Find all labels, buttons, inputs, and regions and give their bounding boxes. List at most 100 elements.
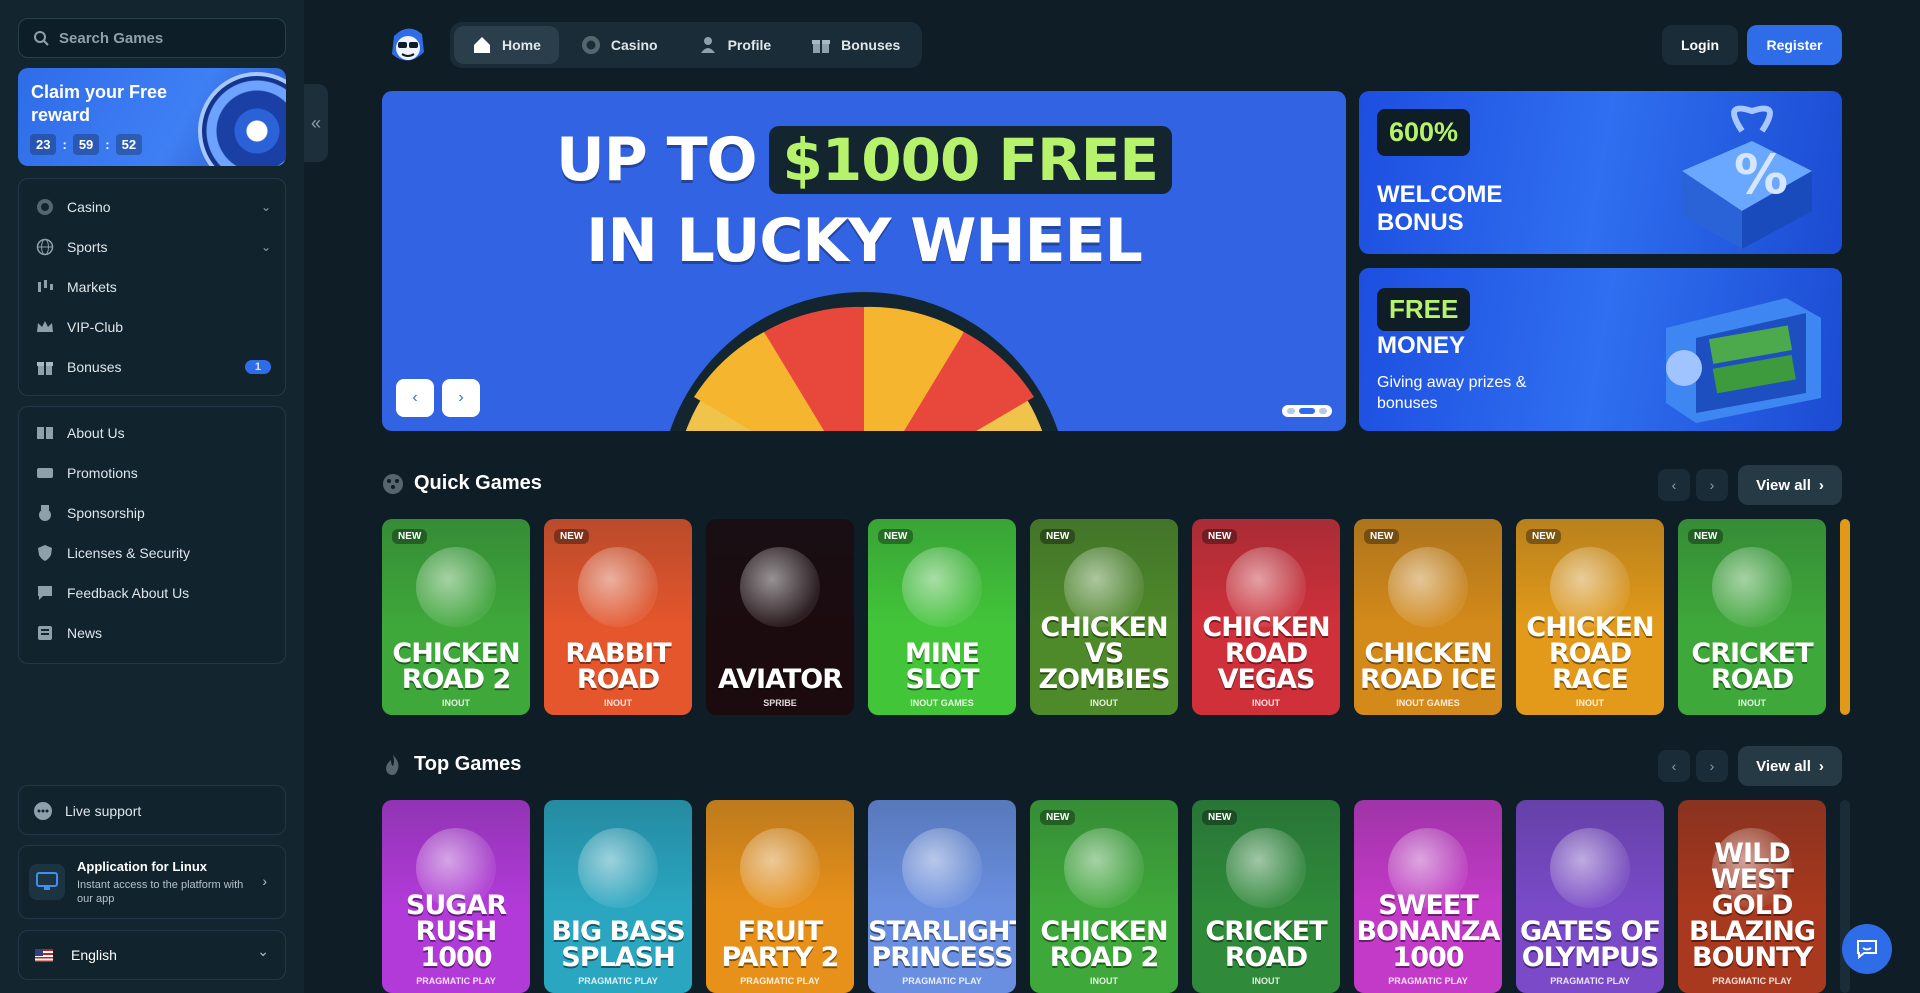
casino-chip-icon [35,197,55,217]
game-card[interactable]: GATES OF OLYMPUS PRAGMATIC PLAY [1516,800,1664,993]
claim-title: Claim your Free reward [31,82,168,125]
user-icon [700,37,715,53]
dot-active[interactable] [1299,408,1315,414]
hero-next-button[interactable]: › [442,379,480,417]
sidebar-item-licenses-security[interactable]: Licenses & Security [35,541,271,565]
tab-profile[interactable]: Profile [680,26,790,64]
linux-app-banner[interactable]: Application for Linux Instant access to … [18,845,286,919]
casino-chip-icon [581,36,600,54]
app-subtitle: Instant access to the platform with our … [77,879,244,905]
game-title: CHICKEN ROAD VEGAS [1202,612,1330,695]
game-card[interactable]: WILD WEST GOLD BLAZING BOUNTY PRAGMATIC P… [1678,800,1826,993]
sidebar-item-casino[interactable]: Casino ⌄ [35,195,271,219]
new-badge: NEW [1526,529,1562,544]
timer-hours: 23 [30,134,57,155]
game-card-partial[interactable] [1840,519,1850,715]
game-card[interactable]: AVIATOR SPRIBE [706,519,854,715]
game-card[interactable]: SUGAR RUSH 1000 PRAGMATIC PLAY [382,800,530,993]
chevron-down-icon[interactable]: ⌄ [261,200,271,214]
game-provider: PRAGMATIC PLAY [416,976,496,986]
game-card[interactable]: NEW CHICKEN ROAD 2 INOUT [1030,800,1178,993]
reward-timer: 23: 59: 52 [30,134,143,155]
game-card[interactable]: NEW MINE SLOT INOUT GAMES [868,519,1016,715]
sidebar-item-label: Casino [67,199,111,215]
live-support-row: Live support [33,799,269,823]
chevron-down-icon[interactable]: ⌄ [261,240,271,254]
sidebar-item-label: Promotions [67,465,138,481]
new-badge: NEW [392,529,428,544]
live-support-button[interactable]: Live support [18,785,286,835]
language-label: English [71,947,117,963]
hero-pagination[interactable] [1282,405,1332,417]
game-card[interactable]: NEW CHICKEN ROAD RACE INOUT [1516,519,1664,715]
game-art [902,828,982,908]
shield-icon [35,543,55,563]
game-art [740,547,820,627]
claim-reward-banner[interactable]: Claim your Free reward 23: 59: 52 [18,68,286,166]
collapse-sidebar-button[interactable]: « [304,84,328,162]
sidebar-item-promotions[interactable]: Promotions [35,461,271,485]
game-title: RABBIT ROAD [565,638,671,695]
top-games-next-button[interactable]: › [1696,750,1728,782]
sidebar-item-label: Bonuses [67,359,122,375]
game-title: BIG BASS SPLASH [551,916,685,973]
sidebar-item-vip-club[interactable]: VIP-Club [35,315,271,339]
game-card[interactable]: NEW CRICKET ROAD INOUT [1192,800,1340,993]
welcome-bonus-card[interactable]: 600% WELCOME BONUS % [1359,91,1842,254]
tab-casino[interactable]: Casino [563,26,676,64]
tab-bonuses[interactable]: Bonuses [793,26,918,64]
quick-games-next-button[interactable]: › [1696,469,1728,501]
register-button[interactable]: Register [1747,25,1842,65]
sidebar-item-markets[interactable]: Markets [35,275,271,299]
ticket-icon [35,463,55,483]
game-card[interactable]: FRUIT PARTY 2 PRAGMATIC PLAY [706,800,854,993]
language-select[interactable]: English ⌄ [18,930,286,980]
top-games-view-all-button[interactable]: View all › [1738,746,1842,786]
tab-home[interactable]: Home [454,26,559,64]
dot[interactable] [1319,408,1327,414]
sidebar-item-sports[interactable]: Sports ⌄ [35,235,271,259]
game-card[interactable]: BIG BASS SPLASH PRAGMATIC PLAY [544,800,692,993]
hero-prev-button[interactable]: ‹ [396,379,434,417]
game-card[interactable]: NEW CHICKEN ROAD VEGAS INOUT [1192,519,1340,715]
chevron-right-icon: › [1709,477,1715,493]
game-card[interactable]: NEW RABBIT ROAD INOUT [544,519,692,715]
game-provider: INOUT GAMES [910,698,974,708]
dot[interactable] [1287,408,1295,414]
chevron-left-icon: ‹ [1671,477,1677,493]
sidebar-item-about-us[interactable]: About Us [35,421,271,445]
search-icon [34,31,49,46]
game-card[interactable]: NEW CRICKET ROAD INOUT [1678,519,1826,715]
game-card[interactable]: NEW CHICKEN ROAD 2 INOUT [382,519,530,715]
top-games-prev-button[interactable]: ‹ [1658,750,1690,782]
hero-banner[interactable]: UP TO $1000 FREE IN LUCKY WHEEL ‹ › [382,91,1346,431]
sidebar-item-feedback[interactable]: Feedback About Us [35,581,271,605]
game-art [1226,828,1306,908]
login-button[interactable]: Login [1662,25,1738,65]
new-badge: NEW [1202,529,1238,544]
game-card[interactable]: STARLIGHT PRINCESS PRAGMATIC PLAY [868,800,1016,993]
quick-games-view-all-button[interactable]: View all › [1738,465,1842,505]
game-provider: INOUT [1252,976,1280,986]
game-card[interactable]: SWEET BONANZA 1000 PRAGMATIC PLAY [1354,800,1502,993]
timer-minutes: 59 [72,134,100,155]
free-money-card[interactable]: FREE MONEY Giving away prizes & bonuses [1359,268,1842,431]
welcome-bonus-title: WELCOME BONUS [1377,181,1503,236]
game-title: WILD WEST GOLD BLAZING BOUNTY [1688,838,1816,973]
game-card[interactable]: NEW CHICKEN ROAD ICE INOUT GAMES [1354,519,1502,715]
search-input[interactable]: Search Games [18,18,286,58]
sidebar-item-sponsorship[interactable]: Sponsorship [35,501,271,525]
new-badge: NEW [1688,529,1724,544]
new-badge: NEW [554,529,590,544]
game-title: CHICKEN ROAD ICE [1359,638,1497,695]
game-provider: PRAGMATIC PLAY [902,976,982,986]
game-card[interactable]: NEW CHICKEN VS ZOMBIES INOUT [1030,519,1178,715]
crown-icon [35,317,55,337]
site-logo[interactable] [386,22,430,68]
sidebar: Search Games Claim your Free reward 23: … [0,0,304,993]
sidebar-item-news[interactable]: News [35,621,271,645]
medal-icon [35,503,55,523]
quick-games-prev-button[interactable]: ‹ [1658,469,1690,501]
chat-button[interactable] [1842,924,1892,974]
sidebar-item-bonuses[interactable]: Bonuses 1 [35,355,271,379]
